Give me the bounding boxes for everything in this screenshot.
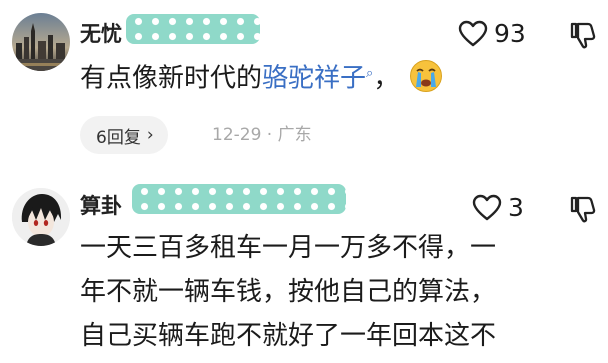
dislike-button[interactable] xyxy=(568,195,596,227)
search-keyword-link[interactable]: 骆驼祥子 xyxy=(262,64,366,94)
comment-text-part: ， xyxy=(373,63,400,94)
thumbs-down-icon xyxy=(570,196,596,223)
comment-text-line: 自己买辆车跑不就好了一年回本这不 xyxy=(80,321,497,351)
comment-text-line: 一天三百多租车一月一万多不得，一 xyxy=(80,233,497,263)
comment-meta: 12-29 · 广东 xyxy=(212,125,312,145)
username[interactable]: 算卦 xyxy=(80,192,122,220)
redaction-mask xyxy=(132,184,346,214)
reply-count-label: 6回复 xyxy=(96,127,141,148)
city-skyline-avatar-icon xyxy=(12,13,70,71)
user-avatar[interactable] xyxy=(12,13,70,71)
like-count: 93 xyxy=(494,19,526,48)
comment-text: 有点像新时代的骆驼祥子⌕， xyxy=(80,52,443,101)
view-replies-button[interactable]: 6回复 › xyxy=(80,116,168,154)
crying-face-emoji-icon xyxy=(409,59,443,93)
user-avatar[interactable] xyxy=(12,188,70,246)
like-button[interactable]: 93 xyxy=(458,20,526,48)
comment-item: 无忧 93 有点像新时代的骆驼祥子⌕， 6回复 › 12-29 · 广东 xyxy=(0,0,608,170)
dislike-button[interactable] xyxy=(568,21,596,53)
anime-character-avatar-icon xyxy=(12,188,70,246)
comment-text-line: 年不就一辆车钱，按他自己的算法， xyxy=(80,277,497,307)
heart-icon xyxy=(458,20,488,47)
chevron-right-icon: › xyxy=(146,125,154,145)
like-button[interactable]: 3 xyxy=(472,194,524,222)
redaction-mask xyxy=(126,14,260,44)
thumbs-down-icon xyxy=(570,22,596,49)
heart-icon xyxy=(472,194,502,221)
comment-item: 算卦 3 一天三百多租车一月一万多不得，一 年不就一辆车钱，按他自己的算法， 自… xyxy=(0,170,608,363)
comment-text-part: 有点像新时代的 xyxy=(80,63,263,94)
username[interactable]: 无忧 xyxy=(80,20,122,48)
like-count: 3 xyxy=(508,193,524,222)
